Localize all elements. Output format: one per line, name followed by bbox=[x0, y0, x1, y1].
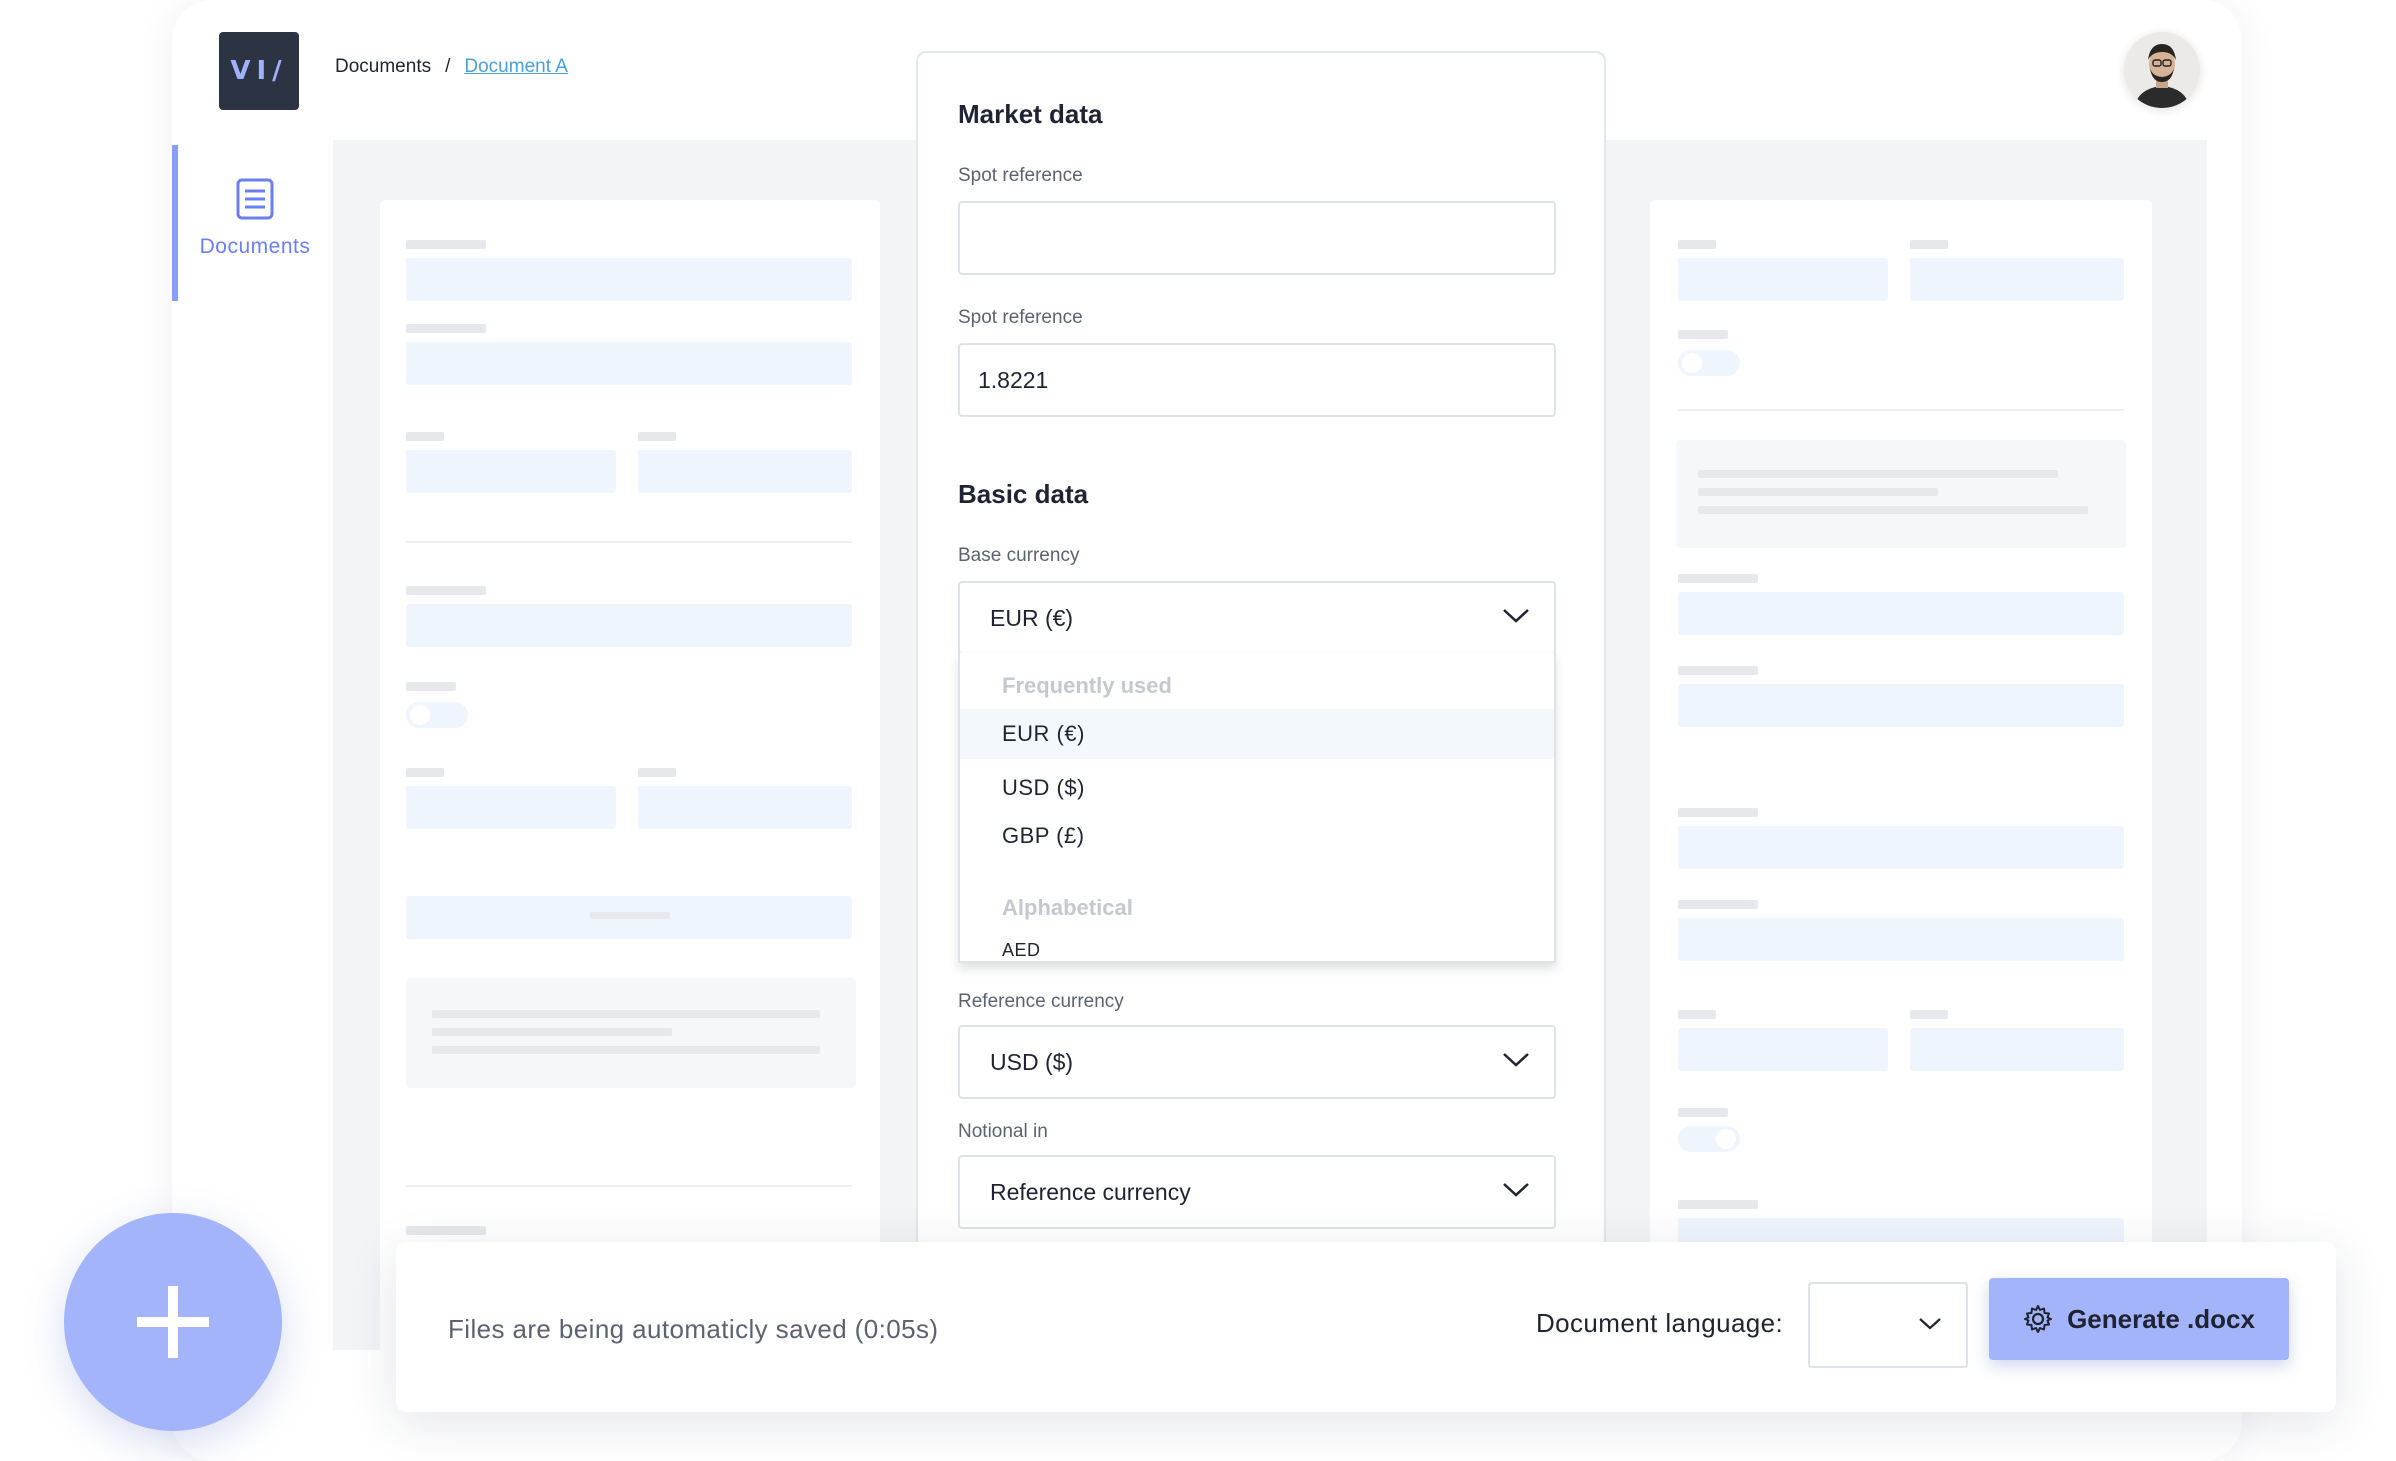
placeholder-label bbox=[1678, 1200, 1758, 1209]
placeholder-label bbox=[1678, 1010, 1716, 1019]
placeholder-card-right bbox=[1650, 200, 2152, 1360]
placeholder-field bbox=[406, 258, 852, 301]
market-data-title: Market data bbox=[958, 99, 1103, 129]
bottom-action-bar: Files are being automaticly saved (0:05s… bbox=[396, 1242, 2336, 1412]
placeholder-field bbox=[1678, 684, 2124, 727]
placeholder-label bbox=[406, 324, 486, 333]
spot-reference-label: Spot reference bbox=[958, 165, 1083, 186]
placeholder-field bbox=[1678, 918, 2124, 961]
placeholder-divider bbox=[406, 541, 852, 543]
placeholder-field bbox=[1678, 826, 2124, 869]
placeholder-line bbox=[432, 1028, 672, 1036]
placeholder-label bbox=[1678, 240, 1716, 249]
generate-docx-button[interactable]: Generate .docx bbox=[1989, 1278, 2289, 1360]
notional-in-label: Notional in bbox=[958, 1121, 1048, 1142]
placeholder-field bbox=[1910, 1028, 2124, 1071]
document-language-select[interactable] bbox=[1808, 1282, 1968, 1368]
basic-data-title: Basic data bbox=[958, 479, 1089, 509]
placeholder-field bbox=[1678, 592, 2124, 635]
plus-icon bbox=[137, 1286, 209, 1358]
placeholder-field bbox=[1678, 1028, 1888, 1071]
placeholder-field bbox=[1678, 258, 1888, 301]
placeholder-label bbox=[406, 1226, 486, 1235]
placeholder-label bbox=[1678, 330, 1728, 339]
breadcrumb-documents-link[interactable]: Documents bbox=[335, 56, 431, 78]
chevron-down-icon bbox=[1503, 609, 1529, 623]
chevron-down-icon bbox=[1503, 1053, 1529, 1067]
add-button[interactable] bbox=[64, 1213, 282, 1431]
reference-currency-value: USD ($) bbox=[990, 1048, 1074, 1075]
logo-text: VI/ bbox=[230, 56, 288, 86]
placeholder-label bbox=[406, 240, 486, 249]
base-currency-select[interactable]: EUR (€) bbox=[958, 581, 1556, 655]
chevron-down-icon bbox=[1503, 1183, 1529, 1197]
placeholder-label bbox=[1678, 1108, 1728, 1117]
placeholder-label bbox=[638, 768, 676, 777]
document-language-label: Document language: bbox=[1536, 1308, 1784, 1338]
placeholder-line bbox=[1698, 470, 2058, 478]
dropdown-option-usd[interactable]: USD ($) bbox=[960, 763, 1554, 813]
avatar-image bbox=[2124, 32, 2200, 108]
breadcrumb: Documents / Document A bbox=[335, 56, 568, 78]
placeholder-toggle bbox=[1678, 350, 1740, 376]
base-currency-value: EUR (€) bbox=[990, 604, 1074, 631]
placeholder-label bbox=[1678, 900, 1758, 909]
spot-reference-input-2[interactable] bbox=[958, 343, 1556, 417]
reference-currency-label: Reference currency bbox=[958, 991, 1124, 1012]
placeholder-label bbox=[406, 682, 456, 691]
dropdown-option-gbp[interactable]: GBP (£) bbox=[960, 811, 1554, 861]
placeholder-card-left bbox=[380, 200, 880, 1360]
autosave-status: Files are being automaticly saved (0:05s… bbox=[448, 1314, 939, 1344]
sidebar-item-documents[interactable]: Documents bbox=[172, 145, 332, 301]
placeholder-line bbox=[432, 1010, 820, 1018]
placeholder-divider bbox=[406, 1185, 852, 1187]
placeholder-label bbox=[1910, 240, 1948, 249]
placeholder-toggle bbox=[406, 702, 468, 728]
dropdown-option-aed[interactable]: AED bbox=[960, 925, 1554, 961]
document-icon bbox=[236, 178, 274, 220]
placeholder-line bbox=[432, 1046, 820, 1054]
placeholder-field bbox=[406, 604, 852, 647]
placeholder-label bbox=[590, 912, 670, 919]
placeholder-field bbox=[638, 786, 852, 829]
sidebar-item-label: Documents bbox=[199, 235, 311, 258]
spot-reference-label: Spot reference bbox=[958, 307, 1083, 328]
placeholder-field bbox=[638, 450, 852, 493]
placeholder-label bbox=[1678, 808, 1758, 817]
placeholder-field bbox=[406, 786, 616, 829]
app-logo[interactable]: VI/ bbox=[219, 32, 299, 110]
placeholder-label bbox=[1678, 666, 1758, 675]
placeholder-field bbox=[406, 342, 852, 385]
placeholder-field bbox=[406, 450, 616, 493]
dropdown-group-alphabetical: Alphabetical bbox=[1002, 895, 1133, 920]
settings-form-panel: Market data Spot reference Spot referenc… bbox=[916, 51, 1606, 1277]
placeholder-line bbox=[1698, 506, 2088, 514]
notional-in-value: Reference currency bbox=[990, 1178, 1191, 1205]
placeholder-label bbox=[1678, 574, 1758, 583]
placeholder-label bbox=[638, 432, 676, 441]
placeholder-toggle bbox=[1678, 1126, 1740, 1152]
placeholder-line bbox=[1698, 488, 1938, 496]
base-currency-dropdown: Frequently used EUR (€) USD ($) GBP (£) … bbox=[958, 653, 1556, 963]
notional-in-select[interactable]: Reference currency bbox=[958, 1155, 1556, 1229]
user-avatar[interactable] bbox=[2124, 32, 2200, 108]
spot-reference-input-1[interactable] bbox=[958, 201, 1556, 275]
gear-icon bbox=[2024, 1305, 2053, 1333]
placeholder-label bbox=[406, 586, 486, 595]
reference-currency-select[interactable]: USD ($) bbox=[958, 1025, 1556, 1099]
placeholder-divider bbox=[1678, 409, 2124, 411]
breadcrumb-separator: / bbox=[445, 56, 451, 77]
dropdown-group-frequently-used: Frequently used bbox=[1002, 673, 1172, 698]
placeholder-label bbox=[406, 432, 444, 441]
placeholder-label bbox=[1910, 1010, 1948, 1019]
dropdown-option-eur[interactable]: EUR (€) bbox=[960, 709, 1554, 759]
breadcrumb-current-link[interactable]: Document A bbox=[464, 56, 568, 78]
base-currency-label: Base currency bbox=[958, 545, 1080, 566]
chevron-down-icon bbox=[1919, 1318, 1941, 1330]
generate-docx-label: Generate .docx bbox=[2067, 1303, 2255, 1334]
placeholder-field bbox=[1910, 258, 2124, 301]
placeholder-label bbox=[406, 768, 444, 777]
